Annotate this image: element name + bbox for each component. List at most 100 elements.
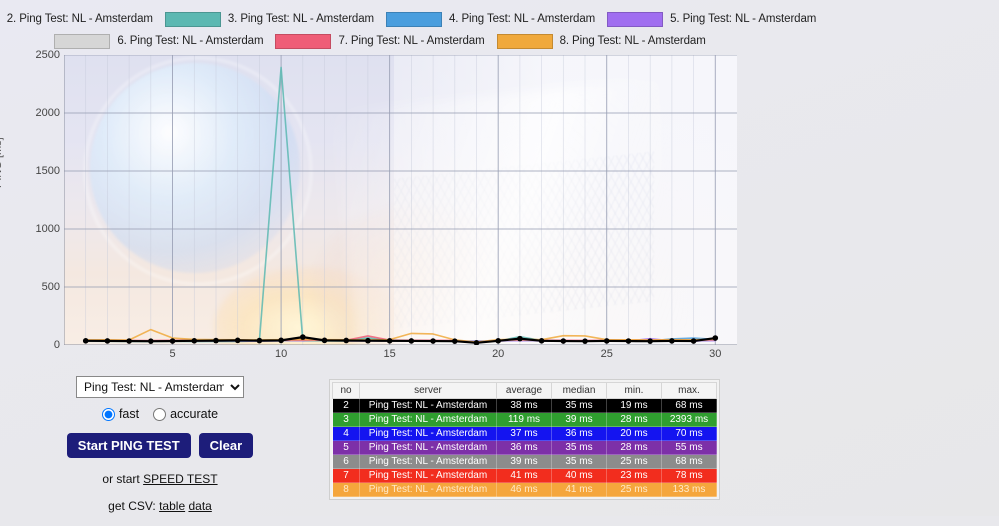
y-tick-label: 2500 <box>35 49 60 61</box>
cell-min: 20 ms <box>606 426 662 441</box>
mode-radio-fast[interactable] <box>101 407 115 421</box>
cell-median: 41 ms <box>551 482 607 497</box>
table-row[interactable]: 6 Ping Test: NL - Amsterdam 39 ms 35 ms 25 m… <box>332 454 717 469</box>
x-tick-label: 5 <box>169 348 176 360</box>
legend-swatch-3 <box>164 11 221 27</box>
legend-item-5[interactable]: 5. Ping Test: NL - Amsterdam <box>607 11 817 27</box>
cell-min: 19 ms <box>606 398 662 413</box>
cell-no: 5 <box>332 440 360 455</box>
legend-item-7[interactable]: 7. Ping Test: NL - Amsterdam <box>275 33 485 49</box>
cell-median: 36 ms <box>551 426 607 441</box>
csv-table-link[interactable]: table <box>159 499 185 513</box>
header-max: max. <box>661 382 717 399</box>
cell-average: 119 ms <box>496 412 552 427</box>
table-row[interactable]: 4 Ping Test: NL - Amsterdam 37 ms 36 ms 20 m… <box>332 426 717 441</box>
cell-average: 37 ms <box>496 426 552 441</box>
cell-server: Ping Test: NL - Amsterdam <box>359 426 497 441</box>
mode-option-accurate[interactable]: accurate <box>153 407 218 421</box>
cell-min: 28 ms <box>606 440 662 455</box>
cell-server: Ping Test: NL - Amsterdam <box>359 454 497 469</box>
cell-average: 41 ms <box>496 468 552 483</box>
legend-item-8[interactable]: 8. Ping Test: NL - Amsterdam <box>496 33 706 49</box>
csv-line: get CSV: table data <box>0 499 320 513</box>
legend-label-7: 7. Ping Test: NL - Amsterdam <box>338 35 485 47</box>
cell-max: 68 ms <box>661 398 717 413</box>
legend-label-5: 5. Ping Test: NL - Amsterdam <box>670 13 817 25</box>
header-median: median <box>551 382 607 399</box>
x-tick-label: 20 <box>492 348 505 360</box>
stats-table-head: no server average median min. max. <box>332 382 717 399</box>
ping-controls: Ping Test: NL - Amsterdam fast accurate … <box>0 376 320 526</box>
cell-average: 36 ms <box>496 440 552 455</box>
cell-average: 39 ms <box>496 454 552 469</box>
clear-button[interactable]: Clear <box>198 433 254 458</box>
cell-server: Ping Test: NL - Amsterdam <box>359 398 497 413</box>
cell-max: 133 ms <box>661 482 717 497</box>
csv-data-link[interactable]: data <box>188 499 211 513</box>
speed-test-link[interactable]: SPEED TEST <box>143 472 217 486</box>
x-tick-label: 25 <box>600 348 613 360</box>
cell-min: 23 ms <box>606 468 662 483</box>
cell-max: 78 ms <box>661 468 717 483</box>
csv-prefix-text: get CSV: <box>108 499 160 513</box>
legend-swatch-6 <box>54 33 111 49</box>
cell-max: 55 ms <box>661 440 717 455</box>
stats-table-body: 2 Ping Test: NL - Amsterdam 38 ms 35 ms 19 m… <box>332 398 717 497</box>
legend-label-6: 6. Ping Test: NL - Amsterdam <box>117 35 264 47</box>
legend-item-3[interactable]: 3. Ping Test: NL - Amsterdam <box>164 11 374 27</box>
server-select[interactable]: Ping Test: NL - Amsterdam <box>76 376 244 398</box>
legend-item-2[interactable]: 2. Ping Test: NL - Amsterdam <box>0 12 153 27</box>
cell-no: 7 <box>332 468 360 483</box>
y-tick-label: 2000 <box>35 107 60 119</box>
y-tick-label: 1500 <box>35 165 60 177</box>
header-min: min. <box>606 382 662 399</box>
x-tick-label: 30 <box>709 348 722 360</box>
y-tick-label: 500 <box>41 281 60 293</box>
legend-label-3: 3. Ping Test: NL - Amsterdam <box>227 13 374 25</box>
cell-average: 38 ms <box>496 398 552 413</box>
legend-label-2: 2. Ping Test: NL - Amsterdam <box>6 13 153 25</box>
cell-server: Ping Test: NL - Amsterdam <box>359 468 497 483</box>
y-tick-label: 0 <box>53 339 60 351</box>
start-ping-test-button[interactable]: Start PING TEST <box>66 433 191 458</box>
header-average: average <box>496 382 552 399</box>
mode-option-fast[interactable]: fast <box>101 407 140 421</box>
action-buttons: Start PING TEST Clear <box>0 433 320 458</box>
mode-label-accurate: accurate <box>170 407 219 421</box>
legend-label-8: 8. Ping Test: NL - Amsterdam <box>559 35 706 47</box>
legend-swatch-4 <box>386 11 442 27</box>
stats-table: no server average median min. max. 2 Ping… <box>332 382 717 497</box>
ping-test-page: 2. Ping Test: NL - Amsterdam 3. Ping Tes… <box>0 0 999 516</box>
cell-min: 28 ms <box>606 412 662 427</box>
cell-median: 35 ms <box>551 398 607 413</box>
legend-item-4[interactable]: 4. Ping Test: NL - Amsterdam <box>386 11 595 27</box>
table-row[interactable]: 5 Ping Test: NL - Amsterdam 36 ms 35 ms 28 m… <box>332 440 717 455</box>
legend-swatch-7 <box>275 33 332 49</box>
cell-average: 46 ms <box>496 482 552 497</box>
mode-radio-group: fast accurate <box>0 407 320 421</box>
or-start-text: or start <box>102 472 144 486</box>
cell-min: 25 ms <box>606 482 662 497</box>
plot-area <box>64 55 737 345</box>
cell-median: 35 ms <box>551 454 607 469</box>
cell-max: 70 ms <box>661 426 717 441</box>
table-row[interactable]: 3 Ping Test: NL - Amsterdam 119 ms 39 ms 28 … <box>332 412 717 427</box>
legend-swatch-5 <box>607 11 664 27</box>
cell-median: 40 ms <box>551 468 607 483</box>
cell-server: Ping Test: NL - Amsterdam <box>359 440 497 455</box>
chart-legend: 2. Ping Test: NL - Amsterdam 3. Ping Tes… <box>0 8 816 52</box>
table-row[interactable]: 8 Ping Test: NL - Amsterdam 46 ms 41 ms 25 m… <box>332 482 717 497</box>
legend-row-1: 2. Ping Test: NL - Amsterdam 3. Ping Tes… <box>0 8 816 30</box>
table-row[interactable]: 7 Ping Test: NL - Amsterdam 41 ms 40 ms 23 m… <box>332 468 717 483</box>
mode-radio-accurate[interactable] <box>153 407 167 421</box>
legend-item-6[interactable]: 6. Ping Test: NL - Amsterdam <box>54 33 264 49</box>
ping-chart: PING [ms] 0 500 1000 1500 2000 2500 5 10 15 20 25… <box>0 48 760 370</box>
cell-min: 25 ms <box>606 454 662 469</box>
x-axis-ticks: 5 10 15 20 25 30 <box>64 345 737 365</box>
y-tick-label: 1000 <box>35 223 60 235</box>
cell-median: 35 ms <box>551 440 607 455</box>
stats-table-header-row: no server average median min. max. <box>332 382 717 399</box>
table-row[interactable]: 2 Ping Test: NL - Amsterdam 38 ms 35 ms 19 m… <box>332 398 717 413</box>
mode-label-fast: fast <box>118 407 140 421</box>
cell-median: 39 ms <box>551 412 607 427</box>
